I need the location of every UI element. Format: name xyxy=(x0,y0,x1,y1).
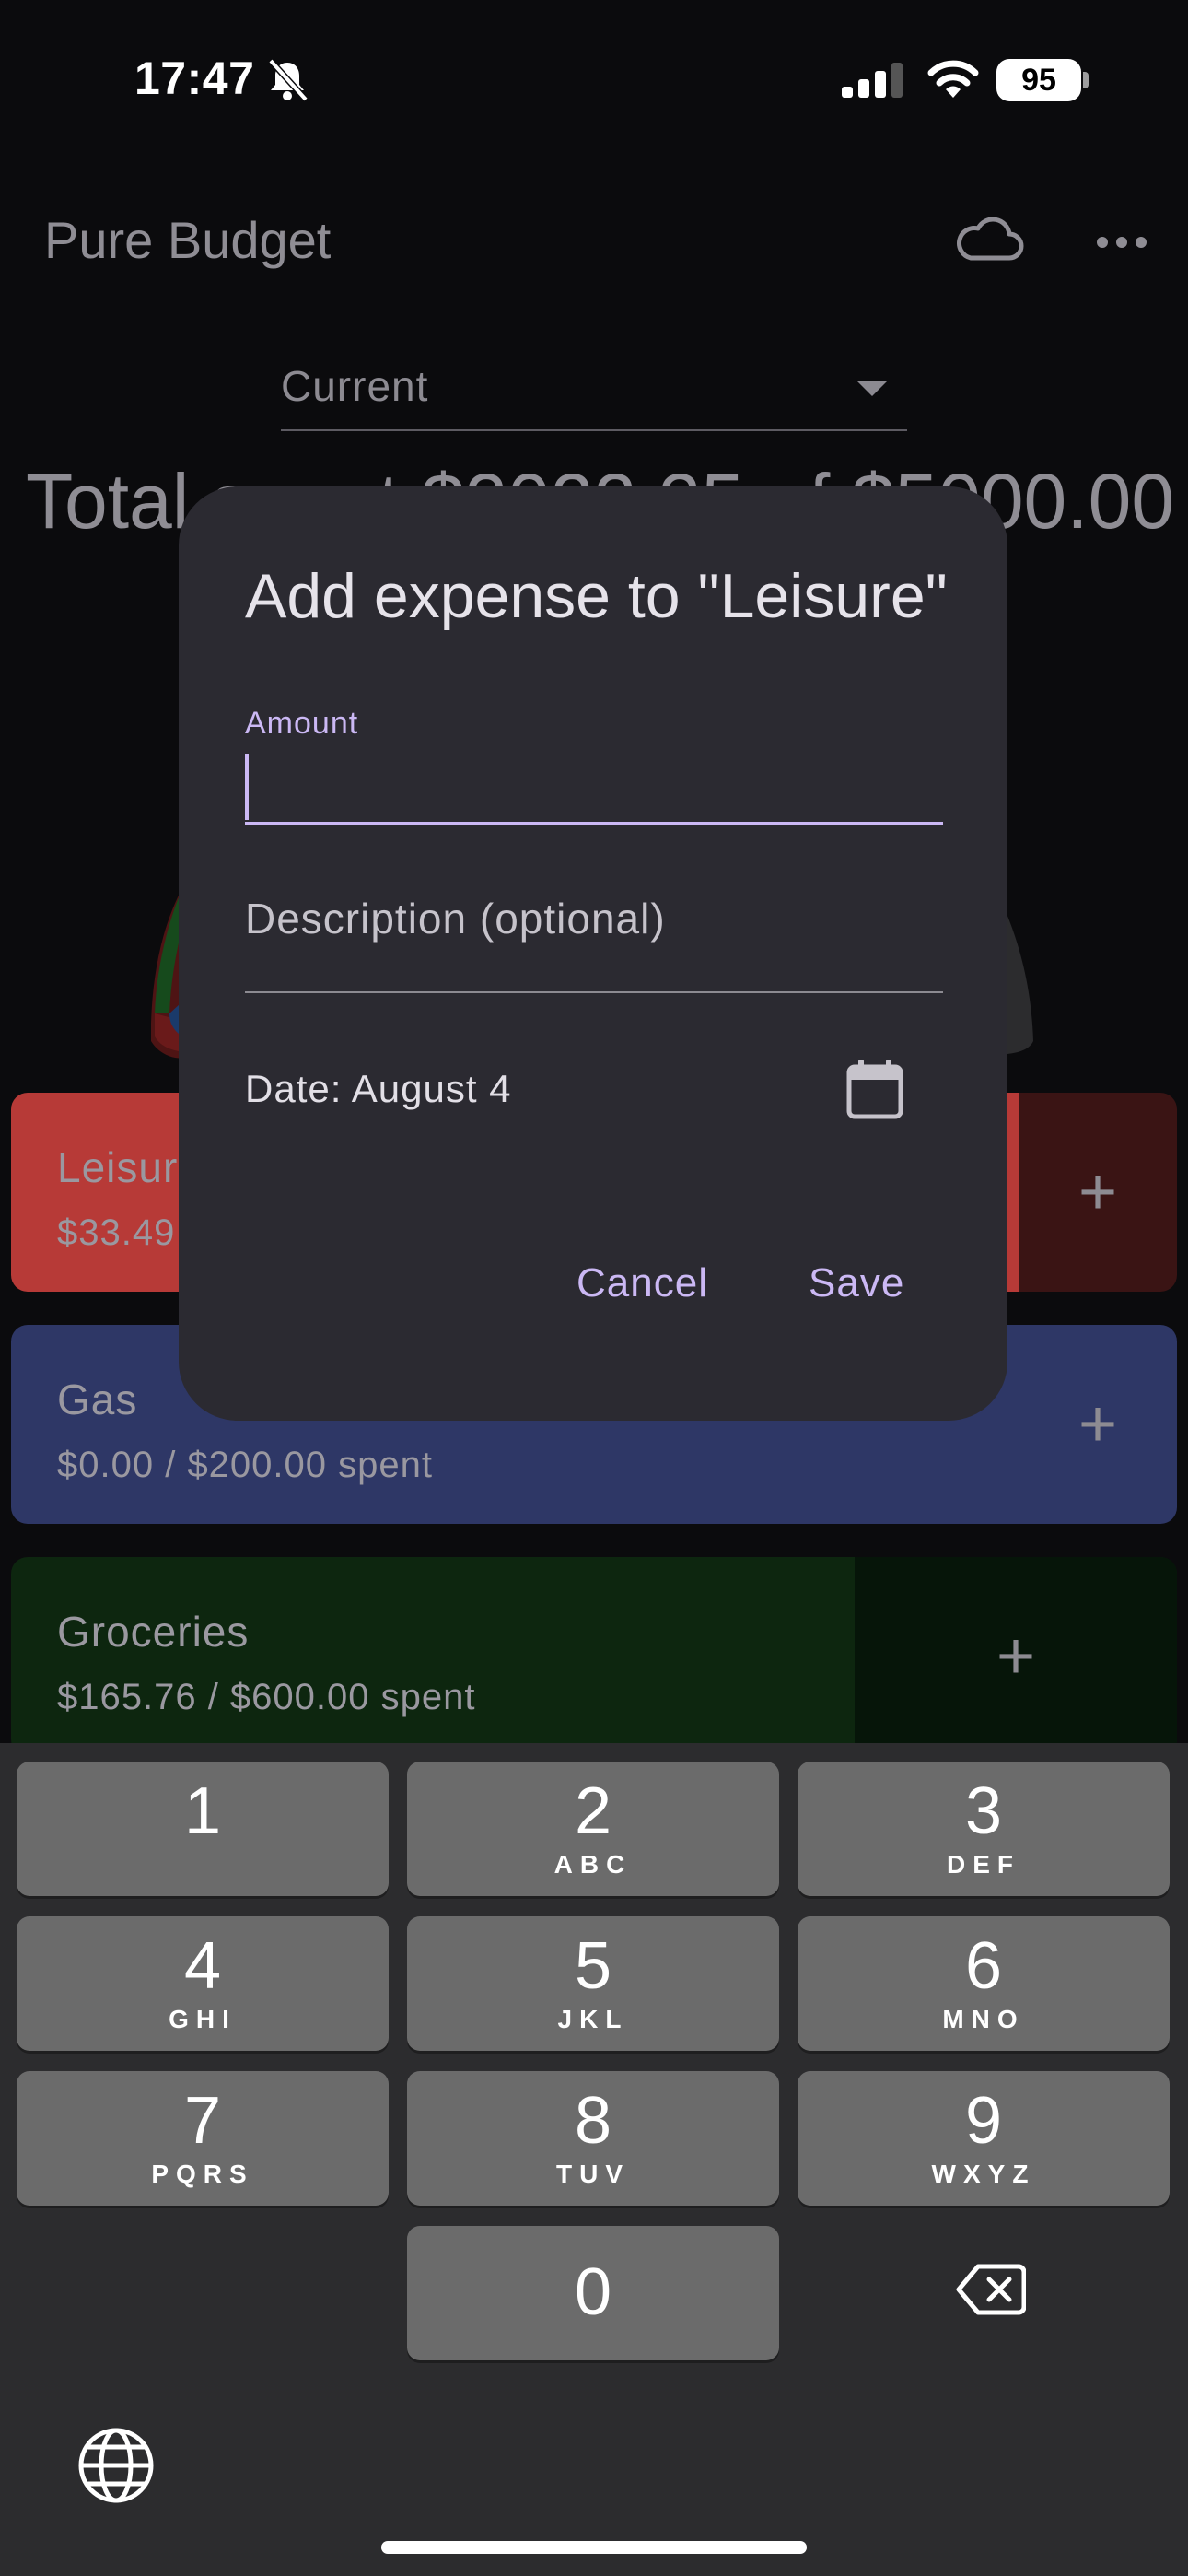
save-button[interactable]: Save xyxy=(809,1260,904,1306)
key-letters: GHI xyxy=(169,2005,237,2033)
key-letters: DEF xyxy=(947,1850,1020,1879)
dialog-title: Add expense to "Leisure" xyxy=(245,561,948,631)
cloud-icon[interactable] xyxy=(954,216,1024,263)
cancel-button[interactable]: Cancel xyxy=(577,1260,708,1306)
key-3[interactable]: 3 DEF xyxy=(798,1762,1170,1896)
key-7[interactable]: 7 PQRS xyxy=(17,2071,389,2206)
key-digit: 3 xyxy=(964,1774,1003,1848)
plus-icon: + xyxy=(1077,1155,1118,1229)
add-expense-button[interactable]: + xyxy=(1019,1093,1177,1292)
key-digit: 4 xyxy=(183,1929,222,2003)
key-2[interactable]: 2 ABC xyxy=(407,1762,779,1896)
app-title: Pure Budget xyxy=(44,211,332,269)
period-dropdown[interactable]: Current xyxy=(281,350,907,431)
amount-input[interactable] xyxy=(245,744,943,825)
cellular-signal-icon xyxy=(842,63,903,98)
period-selected: Current xyxy=(281,362,429,410)
plus-icon: + xyxy=(996,1620,1036,1693)
home-indicator xyxy=(381,2541,807,2554)
key-digit: 6 xyxy=(964,1929,1003,2003)
key-digit: 1 xyxy=(183,1774,222,1848)
description-placeholder: Description (optional) xyxy=(245,895,666,943)
key-9[interactable]: 9 WXYZ xyxy=(798,2071,1170,2206)
add-expense-button[interactable]: + xyxy=(855,1557,1177,1756)
key-letters: ABC xyxy=(553,1850,633,1879)
key-1[interactable]: 1 xyxy=(17,1762,389,1896)
category-name: Gas xyxy=(57,1376,138,1423)
key-digit: 8 xyxy=(574,2084,612,2158)
text-cursor xyxy=(245,754,249,820)
globe-icon[interactable] xyxy=(77,2427,155,2504)
key-letters: PQRS xyxy=(151,2160,254,2188)
key-digit: 2 xyxy=(574,1774,612,1848)
key-digit: 7 xyxy=(183,2084,222,2158)
key-digit: 9 xyxy=(964,2084,1003,2158)
bell-slash-icon xyxy=(268,59,308,101)
key-digit: 0 xyxy=(574,2255,612,2329)
battery-indicator: 95 xyxy=(996,59,1081,101)
dropdown-arrow-icon xyxy=(857,381,887,396)
description-input[interactable]: Description (optional) xyxy=(245,853,943,993)
key-0[interactable]: 0 xyxy=(407,2226,779,2360)
backspace-icon[interactable] xyxy=(956,2263,1026,2316)
add-expense-dialog: Add expense to "Leisure" Amount Descript… xyxy=(179,486,1007,1421)
category-summary: $0.00 / $200.00 spent xyxy=(57,1445,433,1485)
amount-label: Amount xyxy=(245,706,359,741)
key-8[interactable]: 8 TUV xyxy=(407,2071,779,2206)
more-horizontal-icon[interactable] xyxy=(1096,236,1147,249)
key-letters: MNO xyxy=(942,2005,1025,2033)
battery-tip xyxy=(1083,72,1089,88)
plus-icon: + xyxy=(1077,1388,1118,1461)
status-time: 17:47 xyxy=(134,53,255,104)
add-expense-button[interactable]: + xyxy=(1019,1325,1177,1524)
key-letters: JKL xyxy=(557,2005,629,2033)
category-card-groceries[interactable]: Groceries $165.76 / $600.00 spent + xyxy=(11,1557,1177,1756)
date-label: Date: August 4 xyxy=(245,1067,512,1110)
key-digit: 5 xyxy=(574,1929,612,2003)
category-name: Groceries xyxy=(57,1608,250,1656)
key-6[interactable]: 6 MNO xyxy=(798,1916,1170,2051)
key-letters: WXYZ xyxy=(931,2160,1036,2188)
key-5[interactable]: 5 JKL xyxy=(407,1916,779,2051)
key-letters: TUV xyxy=(556,2160,630,2188)
wifi-icon xyxy=(927,60,979,98)
key-4[interactable]: 4 GHI xyxy=(17,1916,389,2051)
calendar-icon[interactable] xyxy=(845,1058,904,1120)
category-summary: $165.76 / $600.00 spent xyxy=(57,1677,476,1717)
